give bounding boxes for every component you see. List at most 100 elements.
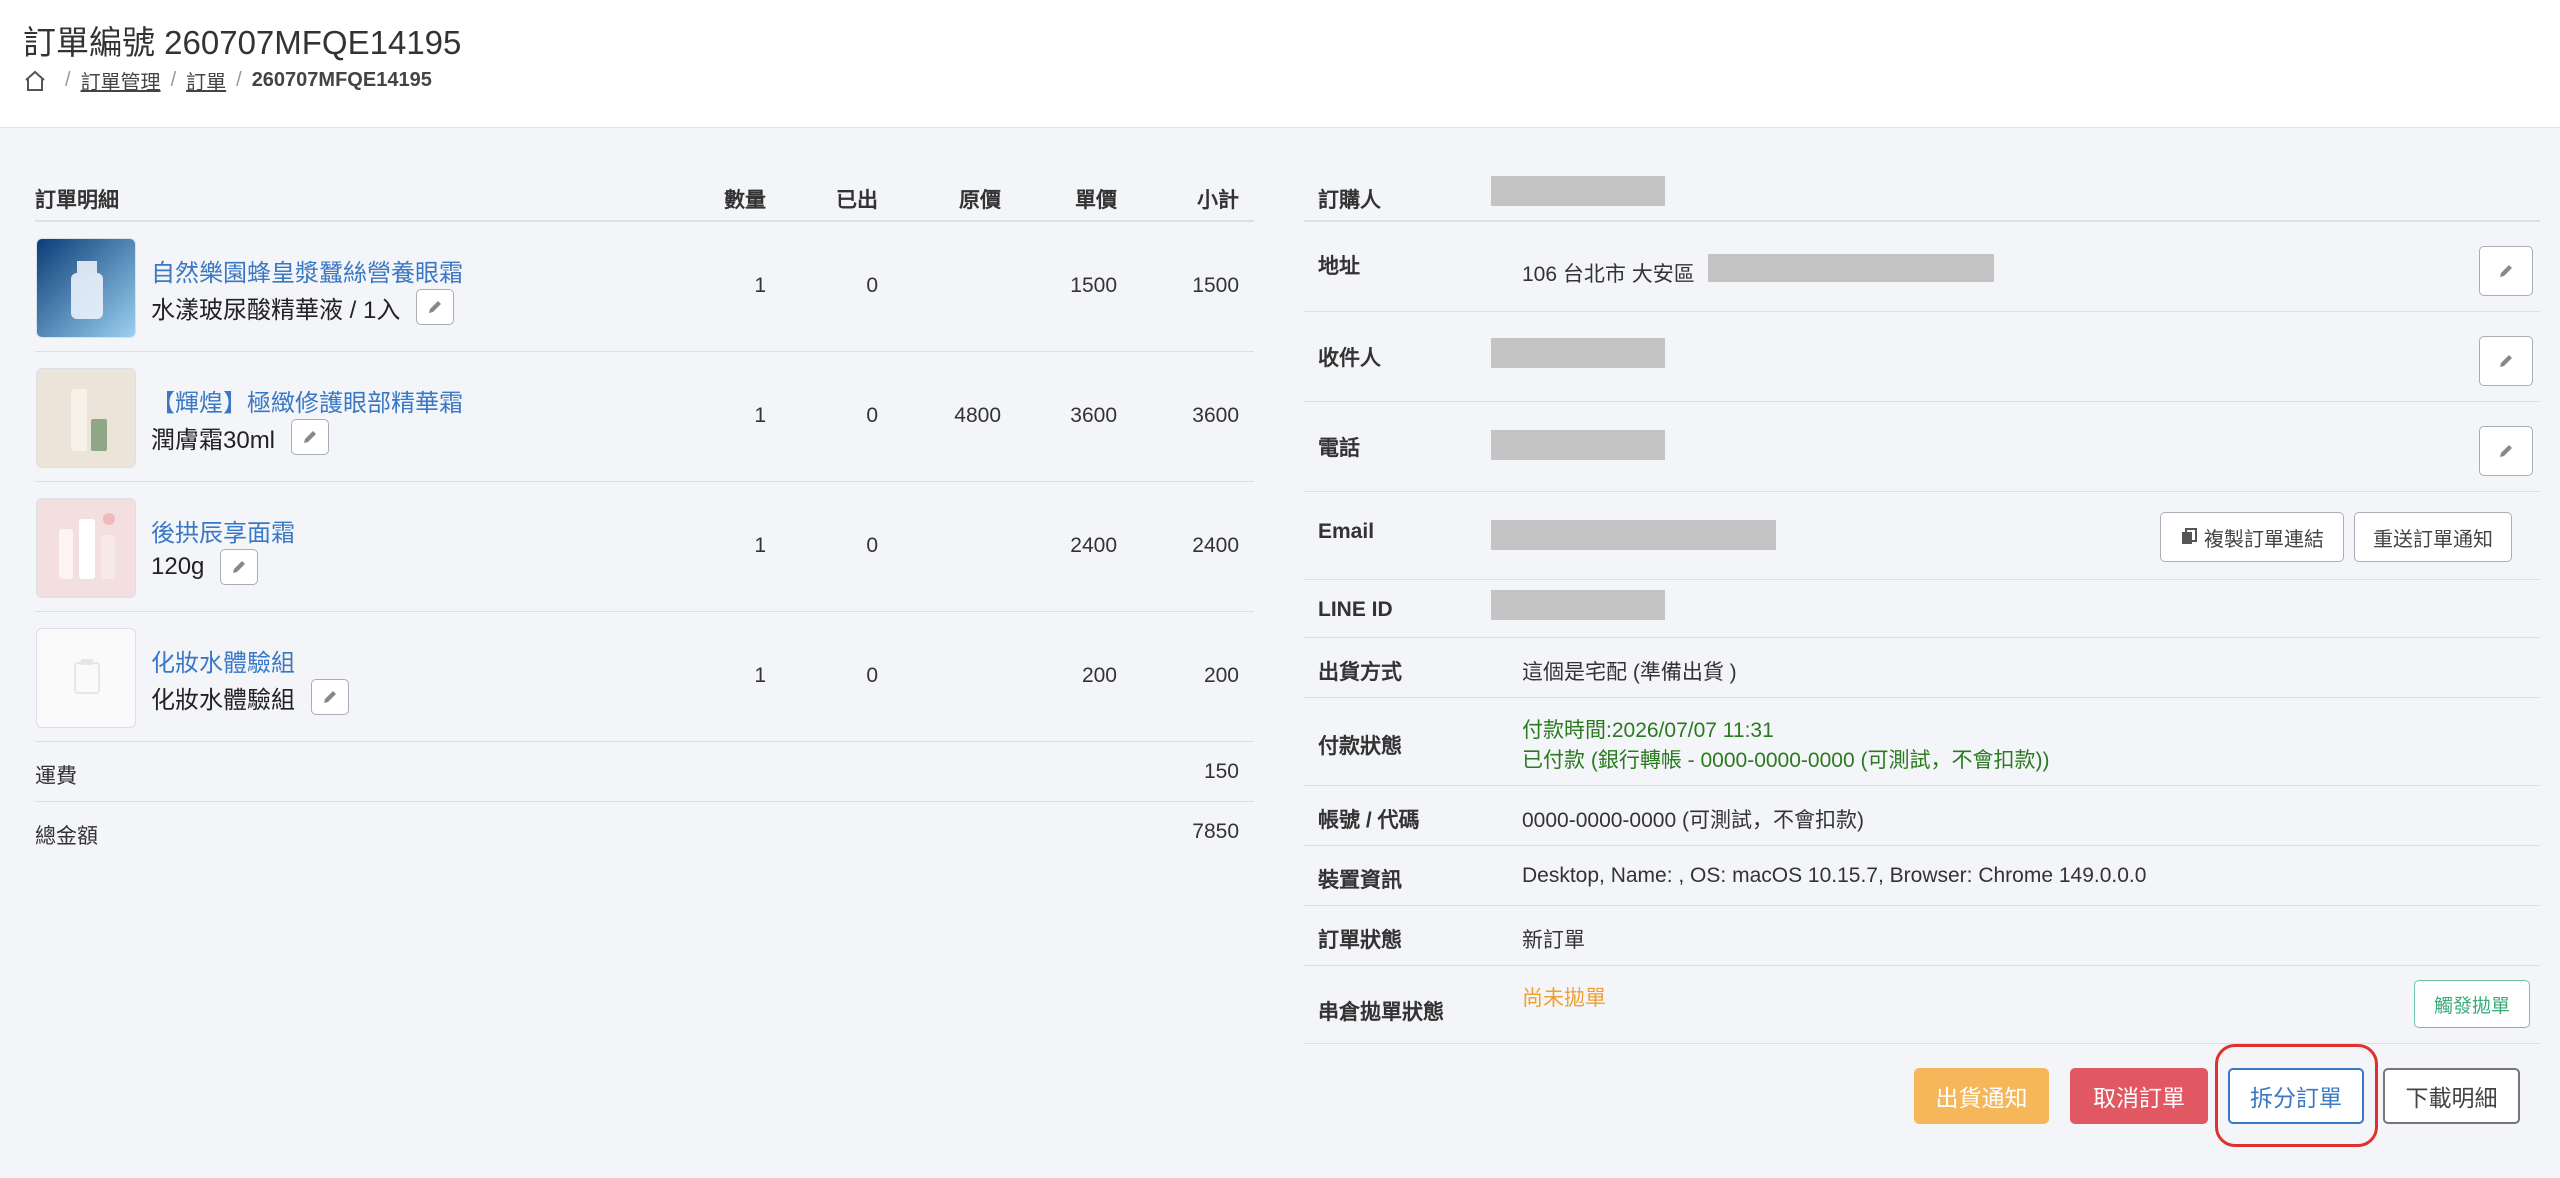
item-variant: 潤膚霜30ml xyxy=(151,419,330,455)
page-header: 訂單編號 260707MFQE14195 / 訂單管理 / 訂單 / 26070… xyxy=(0,0,2560,128)
breadcrumb-order-management[interactable]: 訂單管理 xyxy=(81,66,161,95)
shipping-method-value: 這個是宅配 (準備出貨 ) xyxy=(1522,661,1737,684)
payment-status-row: 付款狀態 付款時間:2026/07/07 11:31 已付款 (銀行轉帳 - 0… xyxy=(1304,698,2540,786)
edit-variant-button[interactable] xyxy=(291,419,330,455)
item-name-link[interactable]: 化妝水體驗組 xyxy=(151,643,295,678)
item-name-link[interactable]: 【輝煌】極緻修護眼部精華霜 xyxy=(151,383,463,418)
item-shipped: 0 xyxy=(866,534,878,557)
shipping-fee-value: 150 xyxy=(1203,760,1239,783)
account-row: 帳號 / 代碼 0000-0000-0000 (可測試，不會扣款) xyxy=(1304,786,2540,846)
warehouse-status-value: 尚未拋單 xyxy=(1522,987,1606,1010)
item-unit-price: 1500 xyxy=(1070,274,1117,297)
redacted-recipient xyxy=(1491,338,1665,368)
redacted-phone xyxy=(1491,430,1665,460)
item-subtotal: 3600 xyxy=(1192,404,1239,427)
col-detail: 訂單明細 xyxy=(35,189,119,212)
edit-variant-button[interactable] xyxy=(220,549,259,585)
phone-label: 電話 xyxy=(1318,437,1360,460)
order-items-table: 訂單明細 數量 已出 原價 單價 小計 自然樂園蜂皇漿蠶絲營養眼霜 水漾玻尿酸精… xyxy=(35,164,1254,862)
item-subtotal: 1500 xyxy=(1192,274,1239,297)
payment-detail: 已付款 (銀行轉帳 - 0000-0000-0000 (可測試，不會扣款)) xyxy=(1522,749,2050,772)
address-label: 地址 xyxy=(1318,255,1360,278)
item-variant: 120g xyxy=(151,549,259,585)
device-value: Desktop, Name: , OS: macOS 10.15.7, Brow… xyxy=(1522,864,2147,887)
edit-variant-button[interactable] xyxy=(311,679,349,715)
email-label: Email xyxy=(1318,520,1375,543)
recipient-label: 收件人 xyxy=(1318,347,1381,370)
account-value: 0000-0000-0000 (可測試，不會扣款) xyxy=(1522,809,1864,832)
col-original-price: 原價 xyxy=(959,189,1001,212)
item-qty: 1 xyxy=(754,404,766,427)
device-row: 裝置資訊 Desktop, Name: , OS: macOS 10.15.7,… xyxy=(1304,846,2540,906)
items-table-header: 訂單明細 數量 已出 原價 單價 小計 xyxy=(35,164,1254,222)
download-detail-button[interactable]: 下載明細 xyxy=(2383,1068,2520,1124)
warehouse-status-row: 串倉拋單狀態 尚未拋單 觸發拋單 xyxy=(1304,966,2540,1044)
order-status-label: 訂單狀態 xyxy=(1318,929,1402,952)
placeholder-image xyxy=(36,628,136,728)
item-shipped: 0 xyxy=(866,274,878,297)
table-row: 【輝煌】極緻修護眼部精華霜 潤膚霜30ml 1 0 4800 3600 3600 xyxy=(35,352,1254,482)
item-original-price: 4800 xyxy=(954,404,1001,427)
pencil-icon xyxy=(304,431,317,443)
pencil-icon xyxy=(324,691,336,703)
edit-phone-button[interactable] xyxy=(2479,426,2533,476)
cancel-order-button[interactable]: 取消訂單 xyxy=(2070,1068,2208,1124)
item-shipped: 0 xyxy=(866,404,878,427)
address-row: 地址 106 台北市 大安區 xyxy=(1304,222,2540,312)
cosmetic-bottles-image xyxy=(36,498,136,598)
edit-variant-button[interactable] xyxy=(416,289,455,325)
col-unit-price: 單價 xyxy=(1075,189,1117,212)
table-row: 後拱辰享面霜 120g 1 0 2400 2400 xyxy=(35,482,1254,612)
item-unit-price: 2400 xyxy=(1070,534,1117,557)
payment-status-label: 付款狀態 xyxy=(1318,735,1402,758)
item-qty: 1 xyxy=(754,274,766,297)
item-subtotal: 2400 xyxy=(1192,534,1239,557)
device-label: 裝置資訊 xyxy=(1318,869,1402,892)
item-name-link[interactable]: 自然樂園蜂皇漿蠶絲營養眼霜 xyxy=(151,253,463,288)
breadcrumb-orders[interactable]: 訂單 xyxy=(186,66,226,95)
table-row: 化妝水體驗組 化妝水體驗組 1 0 200 200 xyxy=(35,612,1254,742)
item-qty: 1 xyxy=(754,534,766,557)
pencil-icon xyxy=(2500,355,2512,367)
serum-bottle-image xyxy=(36,238,136,338)
shipping-fee-label: 運費 xyxy=(35,765,77,788)
table-row: 自然樂園蜂皇漿蠶絲營養眼霜 水漾玻尿酸精華液 / 1入 1 0 1500 150… xyxy=(35,222,1254,352)
payment-time: 付款時間:2026/07/07 11:31 xyxy=(1522,719,1774,742)
recipient-row: 收件人 xyxy=(1304,312,2540,402)
edit-address-button[interactable] xyxy=(2479,246,2533,296)
copy-order-link-button[interactable]: 複製訂單連結 xyxy=(2160,512,2344,562)
pencil-icon xyxy=(2500,265,2512,277)
account-label: 帳號 / 代碼 xyxy=(1318,809,1420,832)
item-shipped: 0 xyxy=(866,664,878,687)
col-qty: 數量 xyxy=(724,189,766,212)
email-row: Email 複製訂單連結 重送訂單通知 xyxy=(1304,492,2540,580)
shipping-method-label: 出貨方式 xyxy=(1318,661,1402,684)
edit-recipient-button[interactable] xyxy=(2479,336,2533,386)
home-icon[interactable] xyxy=(23,69,47,93)
pencil-icon xyxy=(233,561,246,573)
order-status-row: 訂單狀態 新訂單 xyxy=(1304,906,2540,966)
total-row: 總金額 7850 xyxy=(35,802,1254,862)
item-variant: 化妝水體驗組 xyxy=(151,679,349,715)
buyer-row: 訂購人 xyxy=(1304,164,2540,222)
address-value: 106 台北市 大安區 xyxy=(1522,263,1695,286)
order-status-value: 新訂單 xyxy=(1522,929,1585,952)
pencil-icon xyxy=(429,301,442,313)
redacted-address xyxy=(1708,254,1994,282)
item-name-link[interactable]: 後拱辰享面霜 xyxy=(151,513,295,548)
item-qty: 1 xyxy=(754,664,766,687)
col-subtotal: 小計 xyxy=(1197,189,1239,212)
line-id-label: LINE ID xyxy=(1318,598,1393,621)
redacted-line-id xyxy=(1491,590,1665,620)
shipping-method-row: 出貨方式 這個是宅配 (準備出貨 ) xyxy=(1304,638,2540,698)
ship-notify-button[interactable]: 出貨通知 xyxy=(1914,1068,2049,1124)
item-unit-price: 3600 xyxy=(1070,404,1117,427)
redacted-email xyxy=(1491,520,1776,550)
shipping-fee-row: 運費 150 xyxy=(35,742,1254,802)
trigger-dispatch-button[interactable]: 觸發拋單 xyxy=(2414,980,2530,1028)
breadcrumb: / 訂單管理 / 訂單 / 260707MFQE14195 xyxy=(23,66,432,95)
resend-notification-button[interactable]: 重送訂單通知 xyxy=(2354,512,2512,562)
col-shipped: 已出 xyxy=(836,189,878,212)
line-id-row: LINE ID xyxy=(1304,580,2540,638)
phone-row: 電話 xyxy=(1304,402,2540,492)
